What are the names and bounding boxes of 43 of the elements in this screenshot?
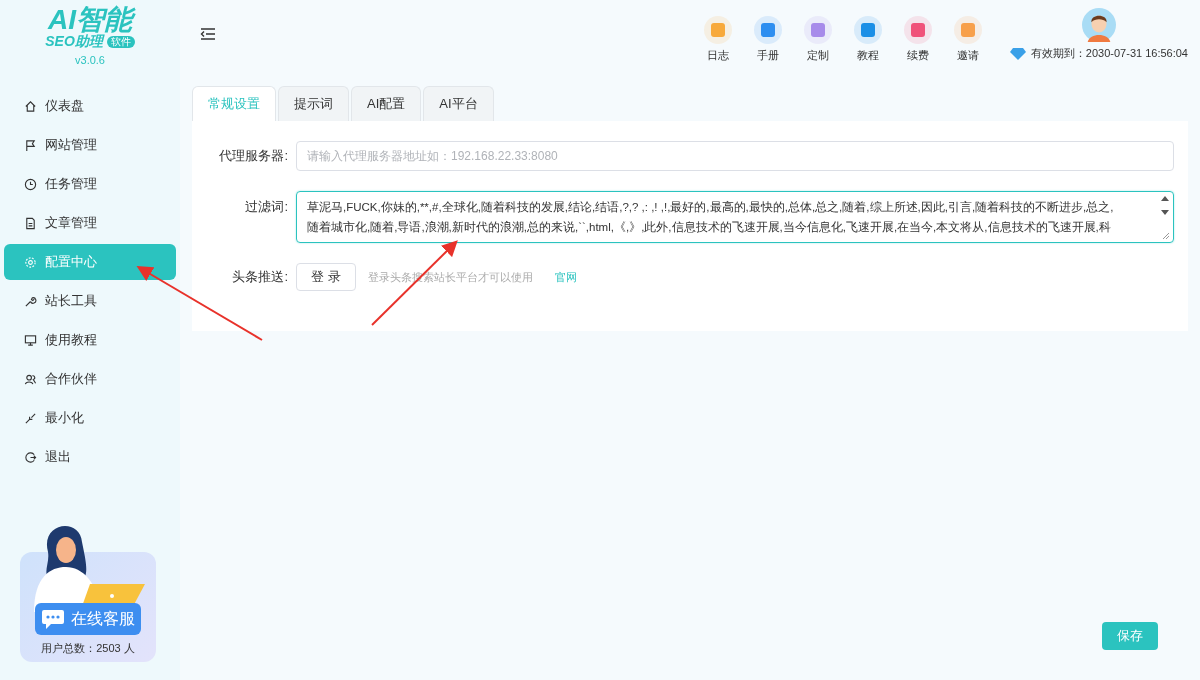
exit-icon [24,450,37,464]
sidebar-item[interactable]: 文章管理 [4,205,176,241]
field-label: 代理服务器: [218,147,288,165]
clock-icon [24,177,37,191]
proxy-server-field[interactable]: 请输入代理服务器地址如：192.168.22.33:8080 [296,141,1174,171]
flag-icon [24,138,37,152]
sidebar-item[interactable]: 网站管理 [4,127,176,163]
toolbar-item[interactable]: 手册 [749,16,786,63]
toolbar-item[interactable]: 教程 [849,16,886,63]
menu-collapse-icon[interactable] [200,27,216,41]
user-count: 用户总数：2503 人 [41,641,135,656]
minimize-icon [24,411,37,425]
sidebar-item[interactable]: 合作伙伴 [4,361,176,397]
home-icon [24,99,37,113]
tab[interactable]: AI平台 [423,86,494,121]
sidebar-item[interactable]: 站长工具 [4,283,176,319]
toolbar-item[interactable]: 邀请 [949,16,986,63]
avatar[interactable] [1081,8,1116,42]
field-label: 过滤词: [244,198,288,216]
settings-icon [24,255,37,269]
people-icon [24,372,37,386]
toolbar-item[interactable]: 日志 [699,16,736,63]
sidebar-item[interactable]: 退出 [4,439,176,475]
login-button[interactable]: 登 录 [296,263,356,291]
sidebar-item[interactable]: 最小化 [4,400,176,436]
wrench-icon [24,294,37,308]
version-label: v3.0.6 [75,54,105,66]
monitor-icon [24,333,37,347]
toolbar-item[interactable]: 定制 [799,16,836,63]
sidebar-item[interactable]: 仪表盘 [4,88,176,124]
tab[interactable]: AI配置 [351,86,422,121]
sidebar-item[interactable]: 使用教程 [4,322,176,358]
chat-bubble-icon [41,608,65,630]
toolbar-item[interactable]: 续费 [899,16,936,63]
expiry-date: 有效期到：2030-07-31 16:56:04 [1030,46,1188,61]
diamond-icon [1009,47,1026,60]
logo-badge: 软件 [106,36,135,48]
field-label: 头条推送: [231,268,288,286]
tab[interactable]: 提示词 [278,86,349,121]
logo-subtitle: SEO助理 [45,34,103,48]
filter-words-field[interactable]: 草泥马,FUCK,你妹的,**,#,全球化,随着科技的发展,结论,结语,?,? ,: ,! ,!,最好的,最高的,最快的,总体,总之,随着,综上所述,因此,引言,随着科技的不断进步,总之, 随着城市化,随着,导语,浪潮,新时代的浪潮,总的来说,``,html,《,》,此外,信息技术的飞速开展,当今信息化,飞速开展,在当今,本文将从,信息技术的飞速开展,科 [296,191,1174,243]
document-icon [24,216,37,230]
sidebar-item[interactable]: 任务管理 [4,166,176,202]
